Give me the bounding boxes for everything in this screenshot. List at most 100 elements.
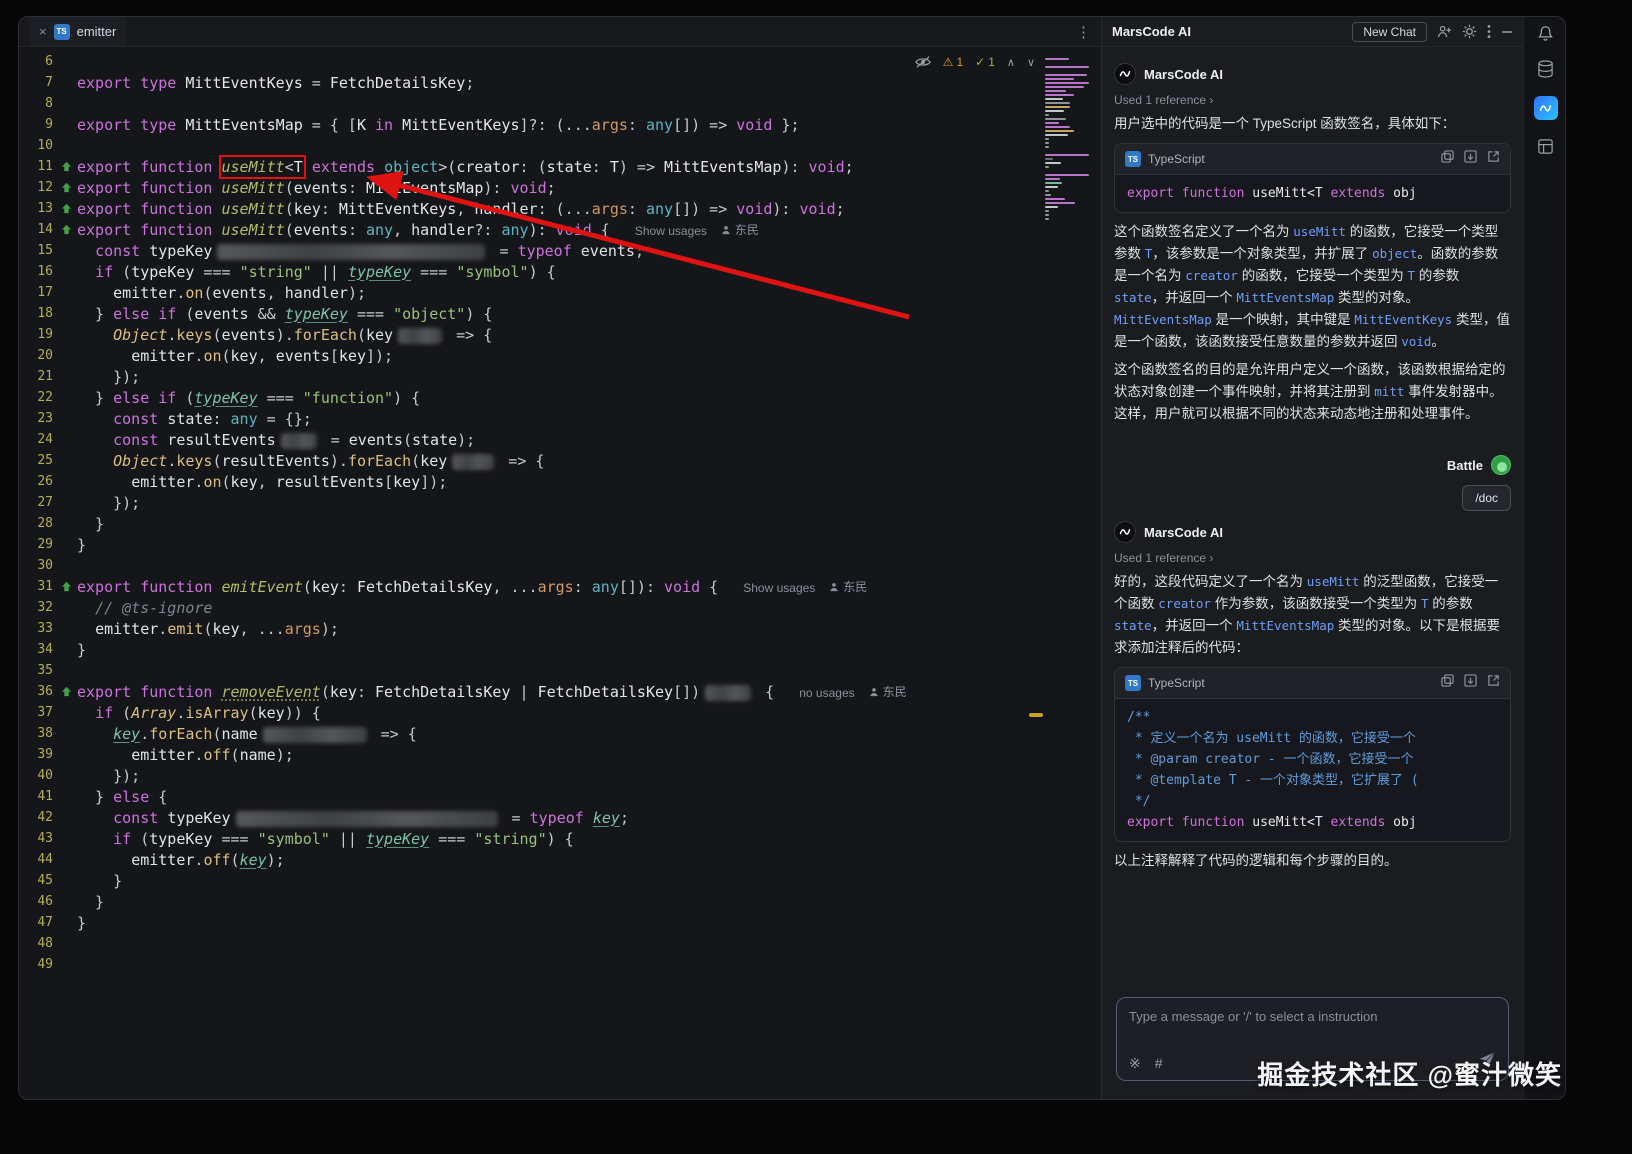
code-line[interactable]: 40 }); bbox=[19, 765, 1101, 786]
line-number[interactable]: 47 bbox=[19, 915, 55, 930]
code-line[interactable]: 48 bbox=[19, 933, 1101, 954]
insert-code-icon[interactable] bbox=[1464, 674, 1477, 692]
code-line[interactable]: 30 bbox=[19, 555, 1101, 576]
implementation-marker-icon[interactable] bbox=[55, 224, 77, 235]
tab-emitter[interactable]: × TS emitter bbox=[29, 17, 126, 46]
code-line[interactable]: 12export function useMitt(events: MittEv… bbox=[19, 177, 1101, 198]
line-number[interactable]: 46 bbox=[19, 894, 55, 909]
line-number[interactable]: 27 bbox=[19, 495, 55, 510]
line-number[interactable]: 45 bbox=[19, 873, 55, 888]
open-code-icon[interactable] bbox=[1487, 674, 1500, 692]
code-line[interactable]: 38 key.forEach(name => { bbox=[19, 723, 1101, 744]
code-line[interactable]: 15 const typeKey = typeof events; bbox=[19, 240, 1101, 261]
code-line[interactable]: 26 emitter.on(key, resultEvents[key]); bbox=[19, 471, 1101, 492]
line-number[interactable]: 6 bbox=[19, 54, 55, 69]
code-line[interactable]: 16 if (typeKey === "string" || typeKey =… bbox=[19, 261, 1101, 282]
implementation-marker-icon[interactable] bbox=[55, 161, 77, 172]
insert-code-icon[interactable] bbox=[1464, 150, 1477, 168]
code-line[interactable]: 31export function emitEvent(key: FetchDe… bbox=[19, 576, 1101, 597]
warnings-badge[interactable]: ⚠1 bbox=[943, 55, 963, 69]
code-line[interactable]: 44 emitter.off(key); bbox=[19, 849, 1101, 870]
code-line[interactable]: 11export function useMitt<T extends obje… bbox=[19, 156, 1101, 177]
code-editor[interactable]: 6 7export type MittEventKeys = FetchDetai… bbox=[19, 47, 1101, 1099]
line-number[interactable]: 15 bbox=[19, 243, 55, 258]
line-number[interactable]: 39 bbox=[19, 747, 55, 762]
line-number[interactable]: 20 bbox=[19, 348, 55, 363]
checks-badge[interactable]: ✓1 bbox=[975, 55, 995, 69]
line-number[interactable]: 12 bbox=[19, 180, 55, 195]
code-vision-author[interactable]: 东民 bbox=[721, 221, 759, 238]
code-line[interactable]: 20 emitter.on(key, events[key]); bbox=[19, 345, 1101, 366]
code-line[interactable]: 39 emitter.off(name); bbox=[19, 744, 1101, 765]
implementation-marker-icon[interactable] bbox=[55, 581, 77, 592]
code-line[interactable]: 43 if (typeKey === "symbol" || typeKey =… bbox=[19, 828, 1101, 849]
code-block-body[interactable]: export function useMitt<T extends obj bbox=[1115, 175, 1510, 212]
code-line[interactable]: 33 emitter.emit(key, ...args); bbox=[19, 618, 1101, 639]
line-number[interactable]: 40 bbox=[19, 768, 55, 783]
tab-options-icon[interactable]: ⋮ bbox=[1076, 23, 1091, 41]
notifications-bell-icon[interactable] bbox=[1537, 25, 1554, 42]
line-number[interactable]: 38 bbox=[19, 726, 55, 741]
code-line[interactable]: 46 } bbox=[19, 891, 1101, 912]
implementation-marker-icon[interactable] bbox=[55, 182, 77, 193]
code-vision-author[interactable]: 东民 bbox=[829, 578, 867, 595]
reader-mode-icon[interactable] bbox=[915, 55, 931, 69]
code-vision-usages[interactable]: Show usages bbox=[743, 581, 815, 595]
line-number[interactable]: 16 bbox=[19, 264, 55, 279]
code-line[interactable]: 36export function removeEvent(key: Fetch… bbox=[19, 681, 1101, 702]
open-code-icon[interactable] bbox=[1487, 150, 1500, 168]
code-block-body[interactable]: /** * 定义一个名为 useMitt 的函数，它接受一个 * @param … bbox=[1115, 699, 1510, 841]
commands-icon[interactable]: ※ bbox=[1129, 1055, 1141, 1072]
code-vision-usages[interactable]: Show usages bbox=[635, 224, 707, 238]
code-line[interactable]: 22 } else if (typeKey === "function") { bbox=[19, 387, 1101, 408]
line-number[interactable]: 41 bbox=[19, 789, 55, 804]
code-line[interactable]: 49 bbox=[19, 954, 1101, 975]
code-line[interactable]: 18 } else if (events && typeKey === "obj… bbox=[19, 303, 1101, 324]
line-number[interactable]: 35 bbox=[19, 663, 55, 678]
line-number[interactable]: 7 bbox=[19, 75, 55, 90]
code-line[interactable]: 35 bbox=[19, 660, 1101, 681]
line-number[interactable]: 17 bbox=[19, 285, 55, 300]
line-number[interactable]: 30 bbox=[19, 558, 55, 573]
minimize-panel-icon[interactable] bbox=[1501, 26, 1513, 38]
code-line[interactable]: 10 bbox=[19, 135, 1101, 156]
code-line[interactable]: 34} bbox=[19, 639, 1101, 660]
line-number[interactable]: 19 bbox=[19, 327, 55, 342]
reference-link[interactable]: Used 1 reference › bbox=[1114, 551, 1511, 565]
line-number[interactable]: 44 bbox=[19, 852, 55, 867]
code-vision-usages[interactable]: no usages bbox=[799, 686, 854, 700]
code-line[interactable]: 41 } else { bbox=[19, 786, 1101, 807]
minimap[interactable] bbox=[1045, 53, 1095, 229]
copy-code-icon[interactable] bbox=[1441, 150, 1454, 168]
line-number[interactable]: 42 bbox=[19, 810, 55, 825]
line-number[interactable]: 11 bbox=[19, 159, 55, 174]
code-line[interactable]: 42 const typeKey = typeof key; bbox=[19, 807, 1101, 828]
agents-icon[interactable] bbox=[1437, 25, 1452, 38]
marscode-panel-icon[interactable] bbox=[1534, 96, 1558, 120]
line-number[interactable]: 9 bbox=[19, 117, 55, 132]
line-number[interactable]: 8 bbox=[19, 96, 55, 111]
code-line[interactable]: 17 emitter.on(events, handler); bbox=[19, 282, 1101, 303]
close-tab-icon[interactable]: × bbox=[39, 24, 47, 39]
code-line[interactable]: 7export type MittEventKeys = FetchDetail… bbox=[19, 72, 1101, 93]
line-number[interactable]: 18 bbox=[19, 306, 55, 321]
line-number[interactable]: 33 bbox=[19, 621, 55, 636]
line-number[interactable]: 37 bbox=[19, 705, 55, 720]
code-line[interactable]: 37 if (Array.isArray(key)) { bbox=[19, 702, 1101, 723]
implementation-marker-icon[interactable] bbox=[55, 203, 77, 214]
new-chat-button[interactable]: New Chat bbox=[1352, 22, 1427, 42]
code-line[interactable]: 45 } bbox=[19, 870, 1101, 891]
code-line[interactable]: 9export type MittEventsMap = { [K in Mit… bbox=[19, 114, 1101, 135]
line-number[interactable]: 29 bbox=[19, 537, 55, 552]
code-line[interactable]: 27 }); bbox=[19, 492, 1101, 513]
line-number[interactable]: 43 bbox=[19, 831, 55, 846]
code-line[interactable]: 32 // @ts-ignore bbox=[19, 597, 1101, 618]
code-line[interactable]: 21 }); bbox=[19, 366, 1101, 387]
code-line[interactable]: 28 } bbox=[19, 513, 1101, 534]
code-line[interactable]: 23 const state: any = {}; bbox=[19, 408, 1101, 429]
line-number[interactable]: 21 bbox=[19, 369, 55, 384]
line-number[interactable]: 49 bbox=[19, 957, 55, 972]
code-line[interactable]: 25 Object.keys(resultEvents).forEach(key… bbox=[19, 450, 1101, 471]
code-vision-author[interactable]: 东民 bbox=[869, 683, 907, 700]
next-issue-icon[interactable]: ∨ bbox=[1027, 56, 1035, 69]
